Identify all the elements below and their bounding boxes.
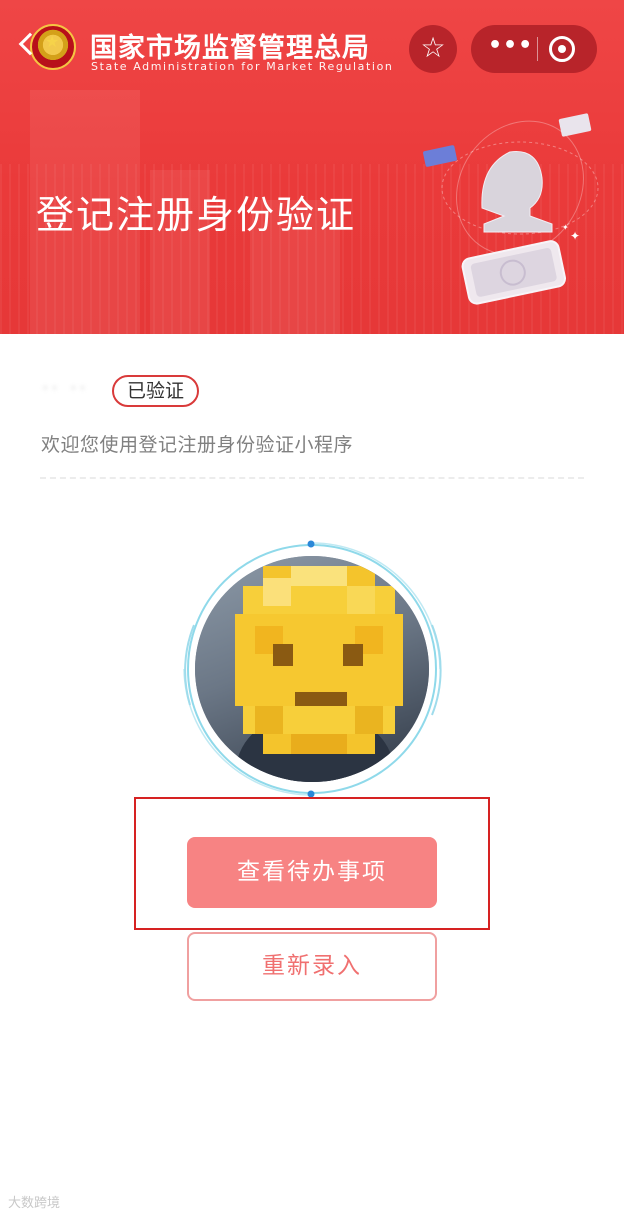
user-face-photo [195, 556, 429, 782]
favorite-star-icon[interactable]: ☆ [409, 25, 457, 73]
user-name-masked: ·· ·· [42, 376, 89, 400]
re-enter-button[interactable]: 重新录入 [187, 932, 437, 1001]
svg-text:✦: ✦ [570, 229, 580, 243]
header-banner: ★ 国家市场监督管理总局 State Administration for Ma… [0, 0, 624, 334]
page-title: 登记注册身份验证 [36, 193, 357, 237]
watermark-text: 大数跨境 [8, 1196, 61, 1211]
view-todo-button[interactable]: 查看待办事项 [187, 837, 437, 908]
verified-status-badge: 已验证 [112, 375, 200, 407]
more-options-icon[interactable]: ••• [488, 35, 532, 63]
welcome-text: 欢迎您使用登记注册身份验证小程序 [41, 434, 354, 456]
mini-program-capsule: ••• [471, 25, 597, 73]
pixelated-face-image [235, 566, 403, 754]
capsule-divider [537, 37, 538, 61]
org-name-en: State Administration for Market Regulati… [91, 60, 394, 73]
close-target-icon[interactable] [549, 36, 575, 62]
face-recognition-illustration: ✦ ✦ [423, 113, 599, 305]
face-capture-frame [170, 535, 454, 803]
dashed-divider [40, 477, 584, 479]
svg-text:✦: ✦ [562, 223, 569, 232]
